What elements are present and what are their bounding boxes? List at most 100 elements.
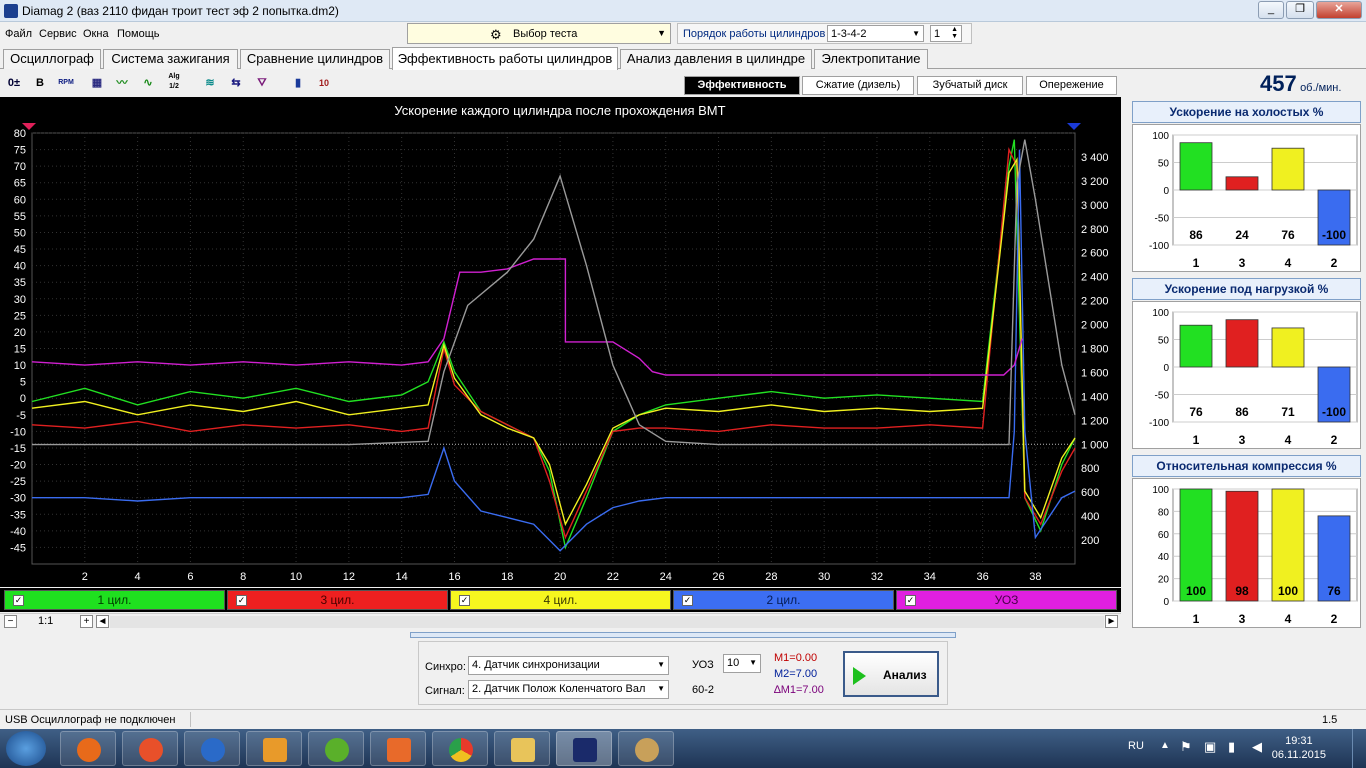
menu-file[interactable]: Файл — [5, 28, 32, 40]
y2-tick-label: 3 400 — [1081, 152, 1109, 164]
panel-tick-label: 50 — [1158, 336, 1170, 347]
legend-cyl1[interactable]: ✓ 1 цил. — [4, 590, 225, 610]
panel-tick-label: 0 — [1163, 186, 1169, 197]
x-tick-label: 18 — [501, 571, 513, 583]
swap-icon[interactable]: ⇆ — [225, 72, 247, 94]
signal-select[interactable]: 2. Датчик Полож Коленчатого Вал ▼ — [468, 680, 669, 699]
check-icon[interactable]: ✓ — [682, 595, 693, 606]
cylinder-order-value: 1-3-4-2 — [831, 28, 867, 40]
clock[interactable]: 19:31 06.11.2015 — [1272, 734, 1326, 762]
marker-m2-triangle — [1067, 123, 1081, 130]
zero-offset-tool[interactable]: 0± — [3, 72, 25, 94]
alg-tool[interactable]: Alg 1/2 — [163, 72, 185, 94]
menu-help[interactable]: Помощь — [117, 28, 160, 40]
subtab-efficiency[interactable]: Эффективность — [684, 76, 800, 95]
x-tick-label: 24 — [660, 571, 672, 583]
x-tick-label: 10 — [290, 571, 302, 583]
cylinder-order-select[interactable]: 1-3-4-2 ▼ — [827, 25, 924, 42]
line-chart-icon[interactable]: 〰 — [111, 72, 133, 94]
horizontal-scrollbar[interactable] — [110, 616, 1104, 628]
subtab-gear-disk[interactable]: Зубчатый диск — [917, 76, 1023, 95]
subtab-advance[interactable]: Опережение — [1026, 76, 1117, 95]
check-icon[interactable]: ✓ — [905, 595, 916, 606]
scroll-left-icon[interactable]: ◄ — [96, 615, 109, 628]
menu-windows[interactable]: Окна — [83, 28, 109, 40]
status-text: USB Осциллограф не подключен — [5, 714, 176, 726]
y-tick-label: -35 — [10, 509, 26, 521]
legend-cyl3[interactable]: ✓ 3 цил. — [227, 590, 448, 610]
start-button[interactable] — [6, 731, 46, 766]
sync-select[interactable]: 4. Датчик синхронизации ▼ — [468, 656, 669, 675]
layers-icon[interactable]: ≋ — [199, 72, 221, 94]
test-select-dropdown[interactable]: ⚙ Выбор теста ▼ — [407, 23, 671, 44]
x-tick-label: 38 — [1029, 571, 1041, 583]
device-icon[interactable]: ▣ — [1204, 739, 1216, 755]
panel-cyl-label: 1 — [1193, 256, 1200, 270]
taskbar-media[interactable] — [370, 731, 426, 766]
show-desktop-button[interactable] — [1352, 729, 1366, 768]
menu-service[interactable]: Сервис — [39, 28, 77, 40]
taskbar-app3[interactable] — [184, 731, 240, 766]
uoz-select[interactable]: 10 ▼ — [723, 654, 761, 673]
tab-ignition[interactable]: Система зажигания — [103, 49, 238, 69]
language-indicator[interactable]: RU — [1128, 740, 1144, 752]
legend-cyl3-label: 3 цил. — [320, 593, 355, 607]
panel-splitter[interactable] — [410, 632, 956, 638]
table-icon[interactable]: ▦ — [86, 72, 108, 94]
panel-value-label: 86 — [1235, 405, 1249, 419]
tray-arrow-icon[interactable]: ▲ — [1160, 740, 1170, 751]
taskbar-app2[interactable] — [122, 731, 178, 766]
check-icon[interactable]: ✓ — [13, 595, 24, 606]
bold-tool[interactable]: B — [29, 72, 51, 94]
y-tick-label: 80 — [14, 128, 26, 140]
network-icon[interactable]: ▮ — [1228, 739, 1235, 755]
legend-cyl2[interactable]: ✓ 2 цил. — [673, 590, 894, 610]
taskbar-explorer[interactable] — [494, 731, 550, 766]
flag-icon[interactable]: ⚑ — [1180, 739, 1192, 755]
close-button[interactable]: ✕ — [1316, 1, 1362, 19]
analyze-button[interactable]: Анализ — [843, 651, 939, 697]
zoom-in-icon[interactable]: + — [80, 615, 93, 628]
y2-tick-label: 1 200 — [1081, 415, 1109, 427]
efficiency-chart[interactable]: Ускорение каждого цилиндра после прохожд… — [0, 97, 1121, 587]
rpm-tool[interactable]: RPM — [55, 72, 77, 94]
scroll-right-icon[interactable]: ► — [1105, 615, 1118, 628]
taskbar-paint[interactable] — [618, 731, 674, 766]
clock-time: 19:31 — [1285, 735, 1313, 747]
cylinder-index-spinner[interactable]: 1 ▲ ▼ — [930, 25, 962, 42]
filter-icon[interactable]: ⛛ — [251, 72, 273, 94]
x-tick-label: 20 — [554, 571, 566, 583]
maximize-button[interactable]: ❐ — [1286, 1, 1314, 19]
panel-cyl-label: 3 — [1239, 256, 1246, 270]
load-accel-title: Ускорение под нагрузкой % — [1132, 278, 1361, 300]
volume-icon[interactable]: ◀ — [1252, 739, 1262, 755]
taskbar-firefox[interactable] — [60, 731, 116, 766]
tab-pressure[interactable]: Анализ давления в цилиндре — [620, 49, 812, 69]
chart-canvas: Ускорение каждого цилиндра после прохожд… — [10, 103, 1109, 583]
uoz-value: 10 — [727, 657, 740, 669]
counter-tool[interactable]: 10 — [313, 72, 335, 94]
taskbar-utorrent[interactable] — [308, 731, 364, 766]
zoom-out-icon[interactable]: − — [4, 615, 17, 628]
y2-tick-label: 1 400 — [1081, 391, 1109, 403]
media-icon — [387, 738, 411, 762]
tab-efficiency[interactable]: Эффективность работы цилиндров — [392, 47, 618, 70]
taskbar-app4[interactable] — [246, 731, 302, 766]
tab-oscillograph[interactable]: Осциллограф — [3, 49, 101, 69]
tab-power[interactable]: Электропитание — [814, 49, 928, 69]
panel-value-label: 98 — [1235, 584, 1249, 598]
taskbar-diamag[interactable] — [556, 731, 612, 766]
check-icon[interactable]: ✓ — [236, 595, 247, 606]
minimize-button[interactable]: _ — [1258, 1, 1284, 19]
wave-icon[interactable]: ∿ — [137, 72, 159, 94]
legend-cyl4[interactable]: ✓ 4 цил. — [450, 590, 671, 610]
legend-cyl4-label: 4 цил. — [543, 593, 578, 607]
legend-uoz[interactable]: ✓ УОЗ — [896, 590, 1117, 610]
check-icon[interactable]: ✓ — [459, 595, 470, 606]
tab-compare[interactable]: Сравнение цилиндров — [240, 49, 390, 69]
taskbar-chrome[interactable] — [432, 731, 488, 766]
panel-value-label: 71 — [1281, 405, 1295, 419]
subtab-compression[interactable]: Сжатие (дизель) — [802, 76, 914, 95]
x-tick-label: 32 — [871, 571, 883, 583]
bar-chart-icon[interactable]: ▮ — [287, 72, 309, 94]
